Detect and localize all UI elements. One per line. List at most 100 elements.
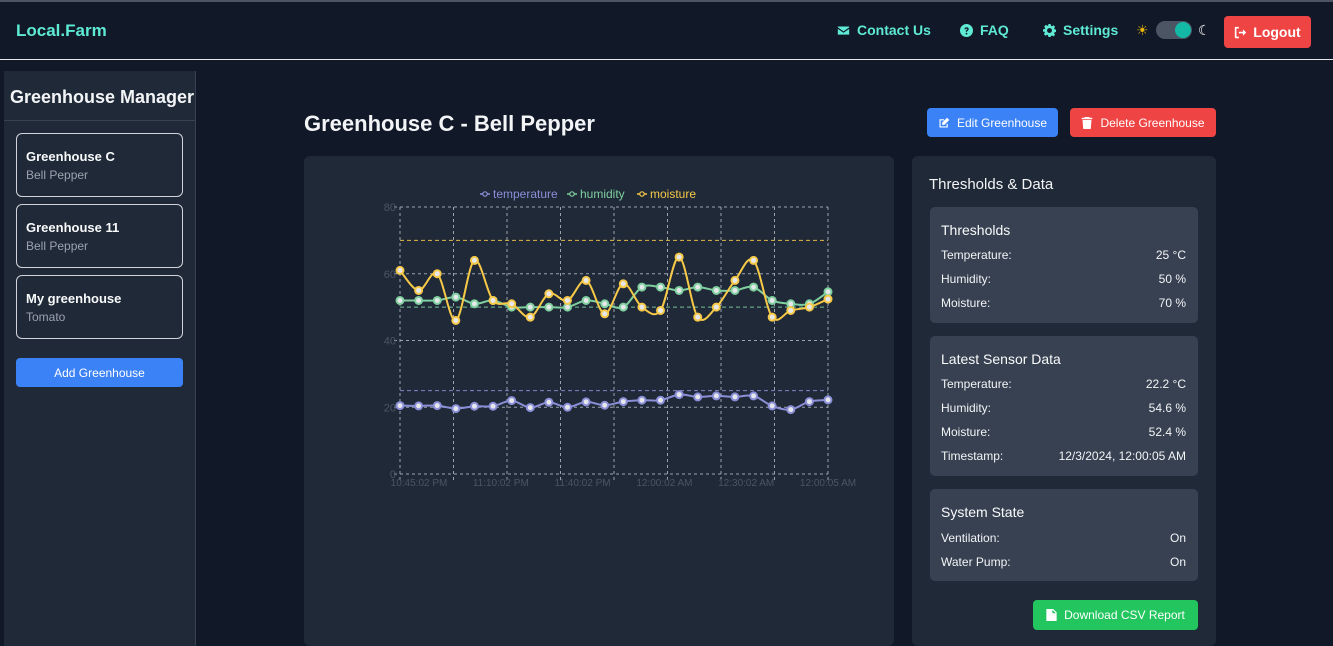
row-label: Humidity: [941,401,992,415]
data-point-humidity [674,285,684,295]
data-point-humidity [693,282,703,292]
legend-label-moisture: moisture [650,187,696,201]
ventilation-row: Ventilation: On [941,531,1186,545]
row-label: Ventilation: [941,531,1000,545]
data-point-moisture [693,312,703,322]
theme-toggle[interactable]: ☀ ☾ [1136,21,1211,39]
delete-greenhouse-label: Delete Greenhouse [1100,115,1205,130]
logout-label: Logout [1253,24,1301,40]
data-point-moisture [432,269,442,279]
data-point-temperature [674,390,684,400]
sensor-line-chart: 02040608010:45:02 PM 11:10:02 PM 11:40:02 … [384,187,856,489]
data-point-temperature [823,395,833,405]
data-point-moisture [786,305,796,315]
row-value: 12/3/2024, 12:00:05 AM [1058,449,1186,463]
data-point-humidity [600,299,610,309]
greenhouse-crop: Bell Pepper [26,239,89,253]
y-tick-label: 80 [384,202,396,214]
x-tick-label: 11:40:02 PM [555,478,611,489]
threshold-temperature-row: Temperature: 25 °C [941,248,1186,262]
row-value: 50 % [1158,272,1186,286]
delete-greenhouse-button[interactable]: Delete Greenhouse [1070,108,1216,137]
sensor-data-title: Latest Sensor Data [941,351,1061,367]
x-tick-label: 12:00:05 AM [800,478,856,489]
edit-greenhouse-label: Edit Greenhouse [956,115,1048,130]
add-greenhouse-button[interactable]: Add Greenhouse [16,358,183,387]
x-tick-label: 10:45:02 PM [391,478,448,489]
sensor-temperature-row: Temperature: 22.2 °C [941,377,1186,391]
data-point-moisture [525,312,535,322]
legend-marker-humidity [569,191,575,197]
legend-label-humidity: humidity [580,187,625,201]
data-point-temperature [469,401,479,411]
sensor-timestamp-row: Timestamp: 12/3/2024, 12:00:05 AM [941,449,1186,463]
settings-link[interactable]: Settings [1043,22,1118,38]
logout-button[interactable]: Logout [1224,16,1311,48]
data-point-temperature [581,397,591,407]
file-csv-icon [1046,609,1057,621]
data-point-humidity [711,285,721,295]
sidebar-item-my-greenhouse[interactable]: My greenhouse Tomato [16,275,183,339]
data-point-humidity [637,282,647,292]
legend-marker-moisture [639,191,645,197]
contact-us-link[interactable]: Contact Us [837,22,931,38]
sensor-data-box: Latest Sensor Data Temperature: 22.2 °C … [930,336,1198,476]
row-label: Temperature: [941,377,1012,391]
data-point-humidity [749,282,759,292]
data-point-moisture [804,302,814,312]
data-point-moisture [451,315,461,325]
data-point-temperature [693,392,703,402]
x-tick-label: 12:00:02 AM [636,478,692,489]
data-point-moisture [581,275,591,285]
row-label: Moisture: [941,296,991,310]
y-tick-label: 20 [384,402,396,414]
sidebar-item-greenhouse-c[interactable]: Greenhouse C Bell Pepper [16,133,183,197]
data-point-moisture [507,299,517,309]
download-csv-button[interactable]: Download CSV Report [1033,600,1198,630]
edit-greenhouse-button[interactable]: Edit Greenhouse [927,108,1058,137]
sun-icon: ☀ [1136,22,1149,38]
faq-link[interactable]: FAQ [960,22,1009,38]
y-tick-label: 40 [384,336,396,348]
row-label: Humidity: [941,272,992,286]
row-label: Moisture: [941,425,991,439]
data-point-humidity [767,295,777,305]
data-point-temperature [749,391,759,401]
trash-icon [1082,116,1093,129]
thresholds-box: Thresholds Temperature: 25 °C Humidity: … [930,207,1198,323]
data-point-moisture [749,255,759,265]
data-point-humidity [581,295,591,305]
data-point-temperature [544,397,554,407]
data-point-humidity [525,302,535,312]
thresholds-title: Thresholds [941,222,1011,238]
row-value: 25 °C [1155,248,1186,262]
data-point-temperature [618,397,628,407]
greenhouse-crop: Tomato [26,310,66,324]
top-navbar: Local.Farm Contact Us FAQ Settings ☀ ☾ L… [0,0,1333,60]
row-label: Timestamp: [941,449,1004,463]
data-point-humidity [823,287,833,297]
sidebar-title: Greenhouse Manager [4,71,195,121]
threshold-humidity-row: Humidity: 50 % [941,272,1186,286]
data-point-temperature [432,401,442,411]
contact-us-label: Contact Us [857,22,931,38]
chart-panel: 0 20 40 60 80 10:45:02 PM 11:10:02 PM 11:40:02 … [304,156,894,646]
row-value: 22.2 °C [1145,377,1186,391]
data-point-temperature [562,402,572,412]
data-point-temperature [637,395,647,405]
data-point-temperature [414,401,424,411]
data-point-moisture [488,295,498,305]
x-tick-label: 11:10:02 PM [473,478,529,489]
theme-switch[interactable] [1156,21,1192,39]
data-point-moisture [637,302,647,312]
row-value: 54.6 % [1148,401,1186,415]
thresholds-data-panel: Thresholds & Data Thresholds Temperature… [912,156,1216,646]
row-value: 70 % [1158,296,1186,310]
data-point-humidity [469,299,479,309]
sidebar-item-greenhouse-11[interactable]: Greenhouse 11 Bell Pepper [16,204,183,268]
data-point-moisture [469,255,479,265]
brand-logo[interactable]: Local.Farm [16,21,107,41]
data-point-humidity [414,295,424,305]
data-point-moisture [711,302,721,312]
data-point-humidity [730,285,740,295]
